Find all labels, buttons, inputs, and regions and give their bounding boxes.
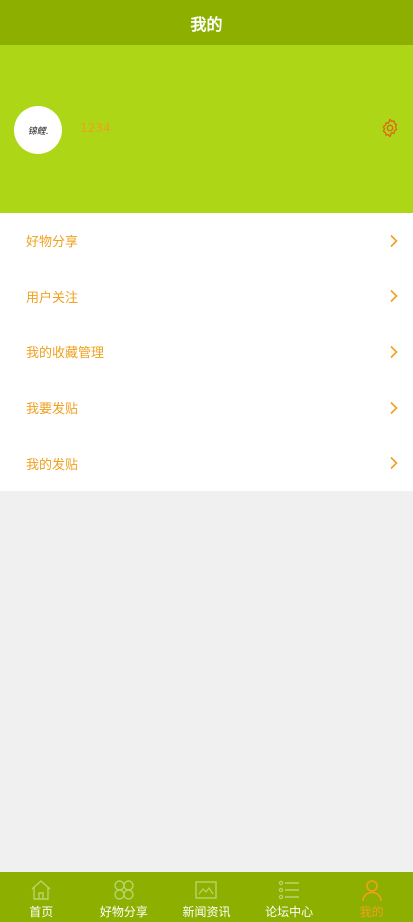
menu-item-label: 我的收藏管理: [26, 346, 105, 362]
menu-item-share[interactable]: 好物分享: [0, 213, 413, 269]
menu-item-new-post[interactable]: 我要发贴: [0, 380, 413, 436]
chevron-right-icon: [390, 234, 398, 247]
tab-news[interactable]: 新闻资讯: [165, 872, 248, 922]
menu-item-follow[interactable]: 用户关注: [0, 269, 413, 325]
bottom-tab-bar: 首页 好物分享 新闻资讯 论坛中心 我的: [0, 872, 413, 922]
grid-icon: [114, 880, 134, 900]
tab-label: 新闻资讯: [182, 905, 231, 919]
tab-label: 好物分享: [99, 905, 148, 919]
menu-list: 好物分享 用户关注 我的收藏管理 我要发贴 我的发贴: [0, 213, 413, 491]
chevron-right-icon: [390, 290, 398, 303]
menu-item-label: 好物分享: [26, 235, 79, 251]
menu-item-label: 用户关注: [26, 290, 79, 306]
list-icon: [278, 880, 300, 900]
menu-item-my-posts[interactable]: 我的发贴: [0, 435, 413, 491]
user-icon: [361, 880, 382, 902]
tab-label: 论坛中心: [265, 905, 314, 919]
page-title: 我的: [190, 14, 223, 34]
chevron-right-icon: [390, 345, 398, 359]
menu-item-label: 我要发贴: [26, 402, 79, 418]
home-icon: [31, 880, 51, 900]
menu-item-favorites[interactable]: 我的收藏管理: [0, 324, 413, 380]
news-icon: [195, 881, 218, 899]
profile-section: 锦鲤. 1234: [0, 45, 413, 213]
chevron-right-icon: [390, 457, 398, 470]
tab-home[interactable]: 首页: [0, 872, 83, 922]
gear-icon[interactable]: [379, 117, 401, 139]
avatar[interactable]: 锦鲤.: [14, 106, 62, 154]
username: 1234: [80, 121, 111, 135]
menu-item-label: 我的发贴: [26, 457, 79, 473]
avatar-text: 锦鲤.: [27, 126, 49, 137]
tab-mine[interactable]: 我的: [330, 872, 413, 922]
tab-share[interactable]: 好物分享: [83, 872, 166, 922]
tab-label: 我的: [359, 905, 384, 919]
top-header: 我的: [0, 0, 413, 45]
tab-label: 首页: [29, 905, 54, 919]
tab-forum[interactable]: 论坛中心: [248, 872, 331, 922]
chevron-right-icon: [390, 401, 398, 414]
